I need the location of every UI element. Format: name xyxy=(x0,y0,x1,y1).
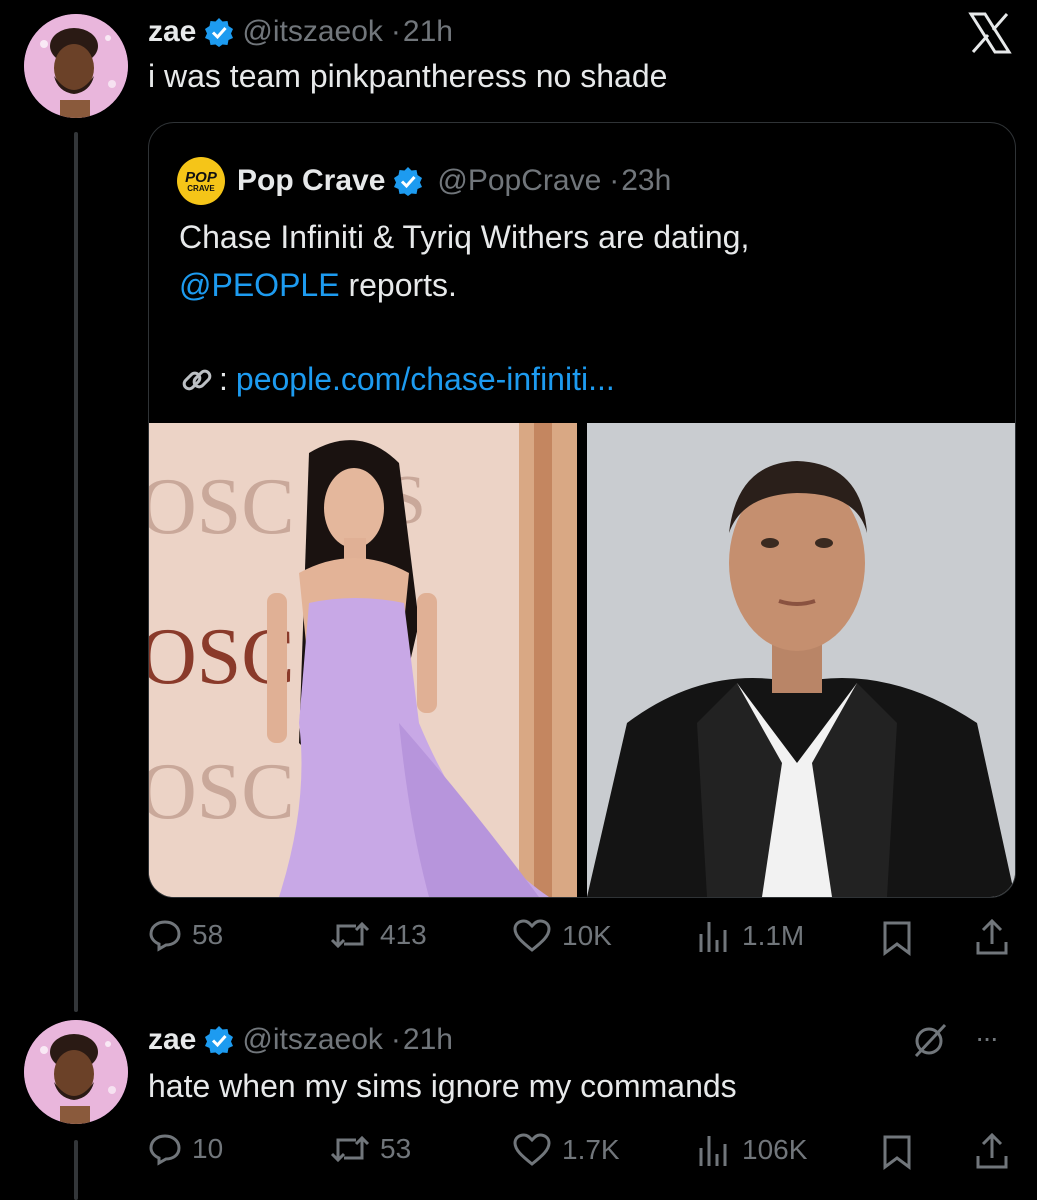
timestamp[interactable]: 21h xyxy=(403,15,453,49)
photo-right[interactable] xyxy=(587,423,1015,897)
share-button[interactable] xyxy=(974,918,1010,961)
retweet-count: 53 xyxy=(380,1133,412,1164)
quote-author-handle[interactable]: @PopCrave xyxy=(437,164,601,198)
reply-icon xyxy=(149,920,181,952)
link-chain-icon xyxy=(179,362,215,398)
author-name[interactable]: zae xyxy=(148,1023,196,1057)
photo-sign-text: OSC xyxy=(149,463,295,551)
quote-tweet-card[interactable]: POP CRAVE Pop Crave @PopCrave · 23h Chas… xyxy=(148,122,1016,898)
retweet-count: 413 xyxy=(380,919,427,950)
share-icon xyxy=(976,1132,1008,1169)
tweet-header: zae @itszaeok · 21h xyxy=(148,1020,453,1060)
views-count: 106K xyxy=(742,1134,808,1165)
verified-badge-icon xyxy=(393,166,423,196)
tweet-text: i was team pinkpantheress no shade xyxy=(148,58,668,94)
bookmark-icon xyxy=(883,1135,911,1170)
author-handle[interactable]: @itszaeok xyxy=(242,1023,383,1057)
retweet-icon xyxy=(330,1135,370,1163)
more-options-button[interactable]: ··· xyxy=(975,1022,999,1054)
retweet-button[interactable]: 413 xyxy=(330,918,427,952)
heart-icon xyxy=(513,919,551,952)
reply-button[interactable]: 58 xyxy=(148,918,223,952)
retweet-button[interactable]: 53 xyxy=(330,1132,411,1166)
separator-dot: · xyxy=(390,1023,401,1056)
bookmark-icon xyxy=(883,921,911,956)
views-chart-icon xyxy=(699,1136,727,1166)
heart-icon xyxy=(513,1133,551,1166)
reply-button[interactable]: 10 xyxy=(148,1132,223,1166)
bookmark-button[interactable] xyxy=(880,920,914,961)
quote-text-line1: Chase Infiniti & Tyriq Withers are datin… xyxy=(179,219,750,255)
timestamp[interactable]: 21h xyxy=(403,1023,453,1057)
views-chart-icon xyxy=(699,922,727,952)
separator-dot: · xyxy=(609,164,620,197)
like-button[interactable]: 10K xyxy=(512,918,612,954)
avatar[interactable] xyxy=(24,1020,128,1124)
quote-link-line: : people.com/chase-infiniti... xyxy=(179,361,615,398)
views-button[interactable]: 1.1M xyxy=(696,918,804,954)
like-count: 1.7K xyxy=(562,1134,620,1165)
quote-text-line2: @PEOPLE reports. xyxy=(179,267,457,303)
share-button[interactable] xyxy=(974,1132,1010,1175)
photo-left[interactable]: OSC S OSC OSC xyxy=(149,423,577,897)
bookmark-button[interactable] xyxy=(880,1134,914,1175)
separator-dot: · xyxy=(390,15,401,48)
thread-line xyxy=(74,132,78,1012)
people-mention-link[interactable]: @PEOPLE xyxy=(179,267,340,303)
like-button[interactable]: 1.7K xyxy=(512,1132,620,1168)
verified-badge-icon xyxy=(204,17,234,47)
tweet-header: zae @itszaeok · 21h xyxy=(148,12,453,52)
quote-timestamp[interactable]: 23h xyxy=(621,164,671,198)
views-count: 1.1M xyxy=(742,920,805,951)
popcrave-logo: POP CRAVE xyxy=(177,157,225,205)
photo-sign-text: OSC xyxy=(149,748,295,836)
quote-author-name[interactable]: Pop Crave xyxy=(237,164,385,198)
share-icon xyxy=(976,918,1008,955)
avatar[interactable] xyxy=(24,14,128,118)
reply-count: 58 xyxy=(192,919,224,950)
reply-count: 10 xyxy=(192,1133,224,1164)
tweet-text: hate when my sims ignore my commands xyxy=(148,1068,737,1104)
author-name[interactable]: zae xyxy=(148,15,196,49)
reply-icon xyxy=(149,1134,181,1166)
author-handle[interactable]: @itszaeok xyxy=(242,15,383,49)
thread-line xyxy=(74,1140,78,1200)
article-link[interactable]: people.com/chase-infiniti... xyxy=(236,361,615,398)
verified-badge-icon xyxy=(204,1025,234,1055)
like-count: 10K xyxy=(562,920,612,951)
grok-icon[interactable] xyxy=(912,1022,948,1063)
close-x-icon[interactable] xyxy=(968,12,1012,54)
quote-header: POP CRAVE Pop Crave @PopCrave · 23h xyxy=(177,157,671,205)
retweet-icon xyxy=(330,921,370,949)
views-button[interactable]: 106K xyxy=(696,1132,807,1168)
